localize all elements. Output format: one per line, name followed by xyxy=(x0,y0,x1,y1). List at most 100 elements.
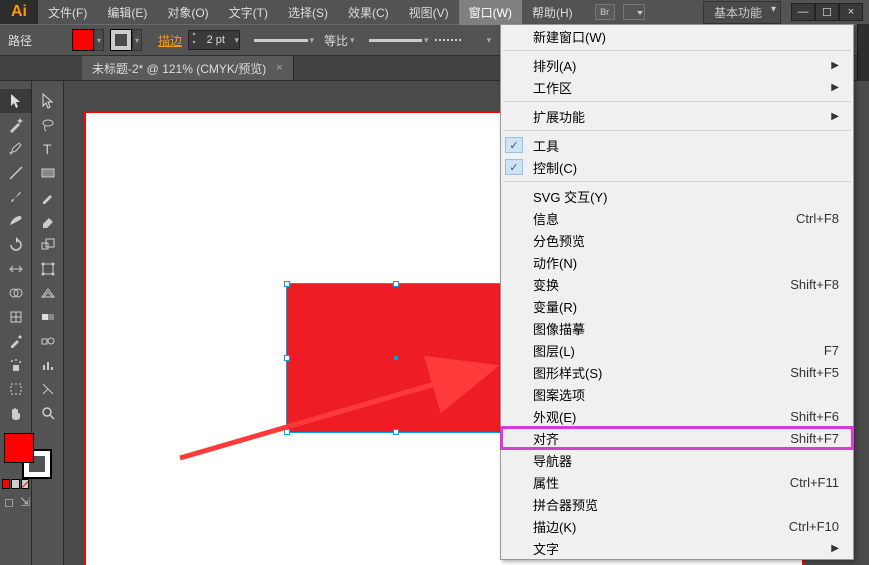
width-tool[interactable] xyxy=(0,257,31,281)
type-tool[interactable]: T xyxy=(32,137,63,161)
menu-info[interactable]: 信息Ctrl+F8 xyxy=(501,207,853,229)
menu-separations-preview[interactable]: 分色预览 xyxy=(501,229,853,251)
free-transform-tool[interactable] xyxy=(32,257,63,281)
gradient-tool[interactable] xyxy=(32,305,63,329)
menu-transform[interactable]: 变换Shift+F8 xyxy=(501,273,853,295)
brush-tool[interactable] xyxy=(0,185,31,209)
menu-object[interactable]: 对象(O) xyxy=(157,0,218,25)
handle-bottom-left[interactable] xyxy=(284,429,290,435)
menu-select[interactable]: 选择(S) xyxy=(278,0,338,25)
line-start-style[interactable]: ▾ xyxy=(254,32,314,48)
menu-file[interactable]: 文件(F) xyxy=(38,0,97,25)
handle-top-left[interactable] xyxy=(284,281,290,287)
menu-extensions[interactable]: 扩展功能▶ xyxy=(501,105,853,127)
menu-view[interactable]: 视图(V) xyxy=(399,0,459,25)
center-point-icon xyxy=(394,356,398,360)
scale-tool[interactable] xyxy=(32,233,63,257)
window-menu-dropdown: 新建窗口(W) 排列(A)▶ 工作区▶ 扩展功能▶ ✓工具 ✓控制(C) SVG… xyxy=(500,24,854,560)
menu-navigator[interactable]: 导航器 xyxy=(501,449,853,471)
eraser-tool[interactable] xyxy=(32,209,63,233)
change-screen-icon[interactable]: ⇲ xyxy=(20,495,30,509)
color-mode-none-icon[interactable] xyxy=(21,479,29,489)
fill-swatch[interactable] xyxy=(72,29,94,51)
stroke-link[interactable]: 描边 xyxy=(158,32,182,49)
line-tool[interactable] xyxy=(0,161,31,185)
stroke-weight-field[interactable]: ▴▾ 2 pt ▾ xyxy=(188,30,240,50)
path-label: 路径 xyxy=(8,32,32,49)
handle-middle-left[interactable] xyxy=(284,355,290,361)
maximize-button[interactable]: ☐ xyxy=(815,3,839,21)
shape-builder-tool[interactable] xyxy=(0,281,31,305)
handle-top-middle[interactable] xyxy=(393,281,399,287)
menu-pattern-options[interactable]: 图案选项 xyxy=(501,383,853,405)
document-tab[interactable]: 未标题-2* @ 121% (CMYK/预览) × xyxy=(82,56,294,80)
column-graph-tool[interactable] xyxy=(32,353,63,377)
color-mode-gradient-icon[interactable] xyxy=(11,479,19,489)
zoom-tool[interactable] xyxy=(32,401,63,425)
line-end-style[interactable]: ▾ xyxy=(369,32,429,48)
fill-dropdown[interactable]: ▾ xyxy=(94,29,104,51)
artboard-tool[interactable] xyxy=(0,377,31,401)
rectangle-tool[interactable] xyxy=(32,161,63,185)
menu-new-window[interactable]: 新建窗口(W) xyxy=(501,25,853,47)
perspective-grid-tool[interactable] xyxy=(32,281,63,305)
rotate-tool[interactable] xyxy=(0,233,31,257)
eyedropper-tool[interactable] xyxy=(0,329,31,353)
check-icon: ✓ xyxy=(505,159,523,175)
screen-mode-icon[interactable]: ◻ xyxy=(4,495,14,509)
menu-actions[interactable]: 动作(N) xyxy=(501,251,853,273)
menu-control[interactable]: ✓控制(C) xyxy=(501,156,853,178)
stroke-dropdown[interactable]: ▾ xyxy=(132,29,142,51)
pen-tool[interactable] xyxy=(0,137,31,161)
color-mode-fill-icon[interactable] xyxy=(2,479,10,489)
menu-effect[interactable]: 效果(C) xyxy=(338,0,399,25)
menu-flattener-preview[interactable]: 拼合器预览 xyxy=(501,493,853,515)
slice-tool[interactable] xyxy=(32,377,63,401)
menubar: 文件(F) 编辑(E) 对象(O) 文字(T) 选择(S) 效果(C) 视图(V… xyxy=(38,0,583,24)
blend-tool[interactable] xyxy=(32,329,63,353)
menu-arrange[interactable]: 排列(A)▶ xyxy=(501,54,853,76)
menu-attributes[interactable]: 属性Ctrl+F11 xyxy=(501,471,853,493)
minimize-button[interactable]: — xyxy=(791,3,815,21)
document-tab-title: 未标题-2* @ 121% (CMYK/预览) xyxy=(92,60,266,77)
menu-tools[interactable]: ✓工具 xyxy=(501,134,853,156)
handle-bottom-middle[interactable] xyxy=(393,429,399,435)
svg-text:T: T xyxy=(43,141,52,157)
menu-window[interactable]: 窗口(W) xyxy=(459,0,522,25)
check-icon: ✓ xyxy=(505,137,523,153)
menu-type[interactable]: 文字(T) xyxy=(219,0,278,25)
menu-workspace[interactable]: 工作区▶ xyxy=(501,76,853,98)
workspace-dropdown[interactable]: 基本功能 xyxy=(703,1,781,24)
hand-tool[interactable] xyxy=(0,401,31,425)
menu-variables[interactable]: 变量(R) xyxy=(501,295,853,317)
menu-layers[interactable]: 图层(L)F7 xyxy=(501,339,853,361)
mesh-tool[interactable] xyxy=(0,305,31,329)
menu-align[interactable]: 对齐Shift+F7 xyxy=(501,427,853,449)
close-button[interactable]: × xyxy=(839,3,863,21)
selected-rectangle[interactable] xyxy=(286,283,506,433)
symbol-sprayer-tool[interactable] xyxy=(0,353,31,377)
document-tab-close-icon[interactable]: × xyxy=(276,62,282,74)
menu-svg-interactivity[interactable]: SVG 交互(Y) xyxy=(501,185,853,207)
menu-graphic-styles[interactable]: 图形样式(S)Shift+F5 xyxy=(501,361,853,383)
tool-palette-col1: ◻ ⇲ xyxy=(0,81,32,565)
right-panel-collapsed[interactable] xyxy=(857,24,869,80)
dash-style[interactable] xyxy=(435,32,485,48)
direct-selection-tool[interactable] xyxy=(32,89,63,113)
menu-edit[interactable]: 编辑(E) xyxy=(97,0,157,25)
color-block[interactable] xyxy=(0,431,31,477)
lasso-tool[interactable] xyxy=(32,113,63,137)
menu-type-panel[interactable]: 文字▶ xyxy=(501,537,853,559)
menu-help[interactable]: 帮助(H) xyxy=(522,0,583,25)
blob-brush-tool[interactable] xyxy=(0,209,31,233)
fill-color-swatch[interactable] xyxy=(4,433,34,463)
menu-stroke[interactable]: 描边(K)Ctrl+F10 xyxy=(501,515,853,537)
menu-appearance[interactable]: 外观(E)Shift+F6 xyxy=(501,405,853,427)
arrange-docs-icon[interactable] xyxy=(623,4,645,20)
menu-image-trace[interactable]: 图像描摹 xyxy=(501,317,853,339)
magic-wand-tool[interactable] xyxy=(0,113,31,137)
bridge-icon[interactable]: Br xyxy=(595,4,615,20)
pencil-tool[interactable] xyxy=(32,185,63,209)
stroke-swatch[interactable] xyxy=(110,29,132,51)
selection-tool[interactable] xyxy=(0,89,31,113)
